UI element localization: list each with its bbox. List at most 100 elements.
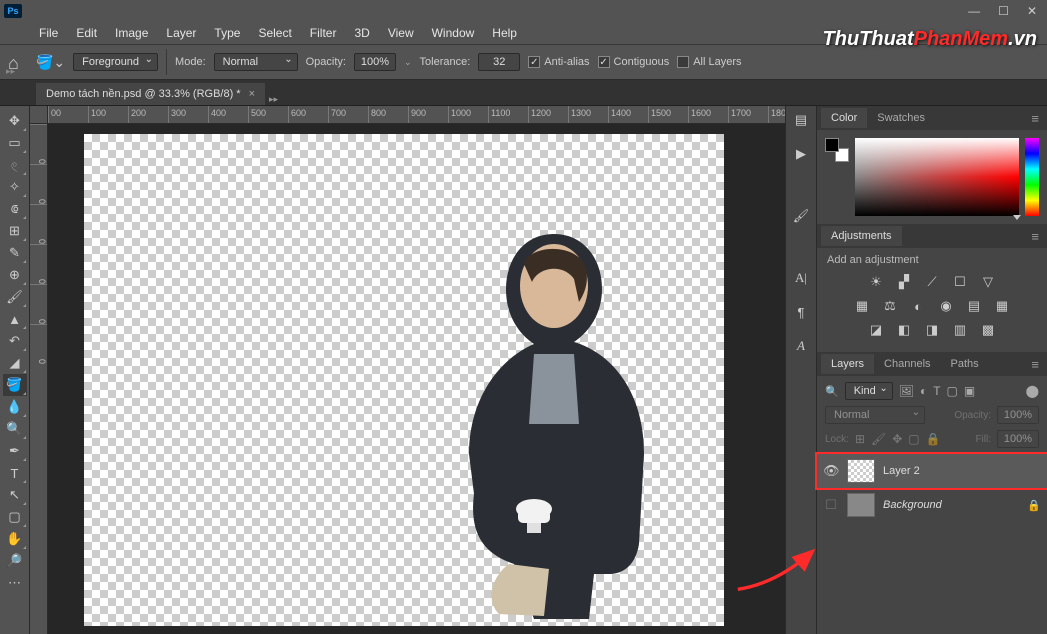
horizontal-ruler[interactable]: 0010020030040050060070080090010001100120…	[48, 106, 785, 124]
brush-tool[interactable]: 🖌	[3, 286, 27, 308]
ruler-origin[interactable]	[30, 106, 48, 124]
lock-artboard-icon[interactable]: ▢	[908, 432, 919, 446]
channel-mixer-icon[interactable]: ▤	[965, 298, 983, 314]
menu-select[interactable]: Select	[249, 22, 300, 44]
swatches-tab[interactable]: Swatches	[867, 108, 935, 128]
dodge-tool[interactable]: 🔍	[3, 418, 27, 440]
layer-visibility-icon[interactable]: ☐	[823, 497, 839, 513]
panel-collapse-icon[interactable]: ▸▸	[6, 66, 15, 77]
bw-icon[interactable]: ◐	[909, 298, 927, 314]
healing-tool[interactable]: ⊕	[3, 264, 27, 286]
blur-tool[interactable]: 💧	[3, 396, 27, 418]
threshold-icon[interactable]: ◨	[923, 322, 941, 338]
tab-overflow-icon[interactable]: ▸▸	[269, 94, 278, 105]
layer-item[interactable]: ☐ Background 🔒	[817, 488, 1047, 522]
paint-bucket-tool[interactable]: 🪣	[3, 374, 27, 396]
layer-fill-input[interactable]: 100%	[997, 430, 1039, 448]
channels-tab[interactable]: Channels	[874, 354, 940, 374]
lasso-tool[interactable]: 𓏲	[3, 154, 27, 176]
curves-icon[interactable]: ⟋	[923, 274, 941, 290]
layer-name[interactable]: Layer 2	[883, 465, 920, 477]
layers-panel-menu-icon[interactable]: ≡	[1021, 353, 1043, 376]
minimize-button[interactable]: —	[968, 4, 980, 18]
lock-pixels-icon[interactable]: 🖌	[871, 432, 886, 446]
layer-item[interactable]: 👁 Layer 2	[817, 454, 1047, 488]
actions-panel-icon[interactable]: ▶	[791, 144, 811, 164]
layer-thumbnail[interactable]	[847, 459, 875, 483]
gradient-map-icon[interactable]: ▥	[951, 322, 969, 338]
character-panel-icon[interactable]: A|	[791, 268, 811, 288]
color-field[interactable]	[855, 138, 1019, 216]
contiguous-checkbox[interactable]: ✓	[598, 56, 610, 68]
layer-opacity-input[interactable]: 100%	[997, 406, 1039, 424]
glyphs-panel-icon[interactable]: A	[791, 336, 811, 356]
brushes-panel-icon[interactable]: 🖌	[791, 206, 811, 226]
shape-tool[interactable]: ▢	[3, 506, 27, 528]
filter-shape-icon[interactable]: ▢	[947, 384, 958, 398]
lock-transparency-icon[interactable]: ⊞	[855, 432, 865, 446]
adjustments-tab[interactable]: Adjustments	[821, 226, 902, 246]
levels-icon[interactable]: ▞	[895, 274, 913, 290]
alllayers-checkbox[interactable]	[677, 56, 689, 68]
filter-pixel-icon[interactable]: 🖼	[899, 384, 914, 398]
paragraph-panel-icon[interactable]: ¶	[791, 302, 811, 322]
color-panel-menu-icon[interactable]: ≡	[1021, 107, 1043, 130]
blend-mode-dropdown[interactable]: Normal	[214, 53, 298, 71]
menu-view[interactable]: View	[379, 22, 423, 44]
filter-type-icon[interactable]: T	[933, 384, 940, 398]
menu-window[interactable]: Window	[423, 22, 484, 44]
color-balance-icon[interactable]: ⚖	[881, 298, 899, 314]
layer-filter-dropdown[interactable]: Kind	[845, 382, 893, 400]
document-canvas[interactable]	[84, 134, 724, 626]
brightness-icon[interactable]: ☀	[867, 274, 885, 290]
fg-bg-swatches[interactable]	[825, 138, 849, 162]
filter-toggle[interactable]: ⬤	[1026, 384, 1039, 398]
layer-name[interactable]: Background	[883, 499, 942, 511]
close-window-button[interactable]: ✕	[1027, 4, 1037, 18]
pen-tool[interactable]: ✒	[3, 440, 27, 462]
menu-image[interactable]: Image	[106, 22, 157, 44]
layer-blend-dropdown[interactable]: Normal	[825, 406, 925, 424]
maximize-button[interactable]: ☐	[998, 4, 1009, 18]
menu-filter[interactable]: Filter	[301, 22, 346, 44]
crop-tool[interactable]: ⟃	[3, 198, 27, 220]
selective-color-icon[interactable]: ▩	[979, 322, 997, 338]
history-brush-tool[interactable]: ↶	[3, 330, 27, 352]
paths-tab[interactable]: Paths	[941, 354, 989, 374]
eyedropper-tool[interactable]: ✎	[3, 242, 27, 264]
filter-adjust-icon[interactable]: ◐	[920, 384, 927, 398]
vibrance-icon[interactable]: ▽	[979, 274, 997, 290]
more-tools[interactable]: ⋯	[3, 572, 27, 594]
menu-file[interactable]: File	[30, 22, 67, 44]
lock-icon[interactable]: 🔒	[1027, 499, 1041, 512]
photo-filter-icon[interactable]: ◉	[937, 298, 955, 314]
marquee-tool[interactable]: ▭	[3, 132, 27, 154]
history-panel-icon[interactable]: ▤	[791, 110, 811, 130]
layer-visibility-icon[interactable]: 👁	[823, 463, 839, 479]
menu-type[interactable]: Type	[205, 22, 249, 44]
stamp-tool[interactable]: ▲	[3, 308, 27, 330]
exposure-icon[interactable]: ☐	[951, 274, 969, 290]
frame-tool[interactable]: ⊞	[3, 220, 27, 242]
antialias-checkbox[interactable]: ✓	[528, 56, 540, 68]
hue-sat-icon[interactable]: ▦	[853, 298, 871, 314]
lock-position-icon[interactable]: ✥	[892, 432, 902, 446]
close-tab-icon[interactable]: ×	[249, 88, 255, 100]
layers-tab[interactable]: Layers	[821, 354, 874, 374]
posterize-icon[interactable]: ◧	[895, 322, 913, 338]
hue-slider[interactable]	[1025, 138, 1039, 216]
vertical-ruler[interactable]: 000000	[30, 124, 48, 634]
fill-source-dropdown[interactable]: Foreground	[73, 53, 158, 71]
zoom-tool[interactable]: 🔎	[3, 550, 27, 572]
eraser-tool[interactable]: ◢	[3, 352, 27, 374]
filter-smart-icon[interactable]: ▣	[964, 384, 975, 398]
menu-help[interactable]: Help	[483, 22, 526, 44]
adjustments-panel-menu-icon[interactable]: ≡	[1021, 225, 1043, 248]
type-tool[interactable]: T	[3, 462, 27, 484]
lut-icon[interactable]: ▦	[993, 298, 1011, 314]
foreground-swatch[interactable]	[825, 138, 839, 152]
tolerance-input[interactable]: 32	[478, 53, 520, 71]
invert-icon[interactable]: ◪	[867, 322, 885, 338]
opacity-input[interactable]: 100%	[354, 53, 396, 71]
menu-3d[interactable]: 3D	[345, 22, 378, 44]
